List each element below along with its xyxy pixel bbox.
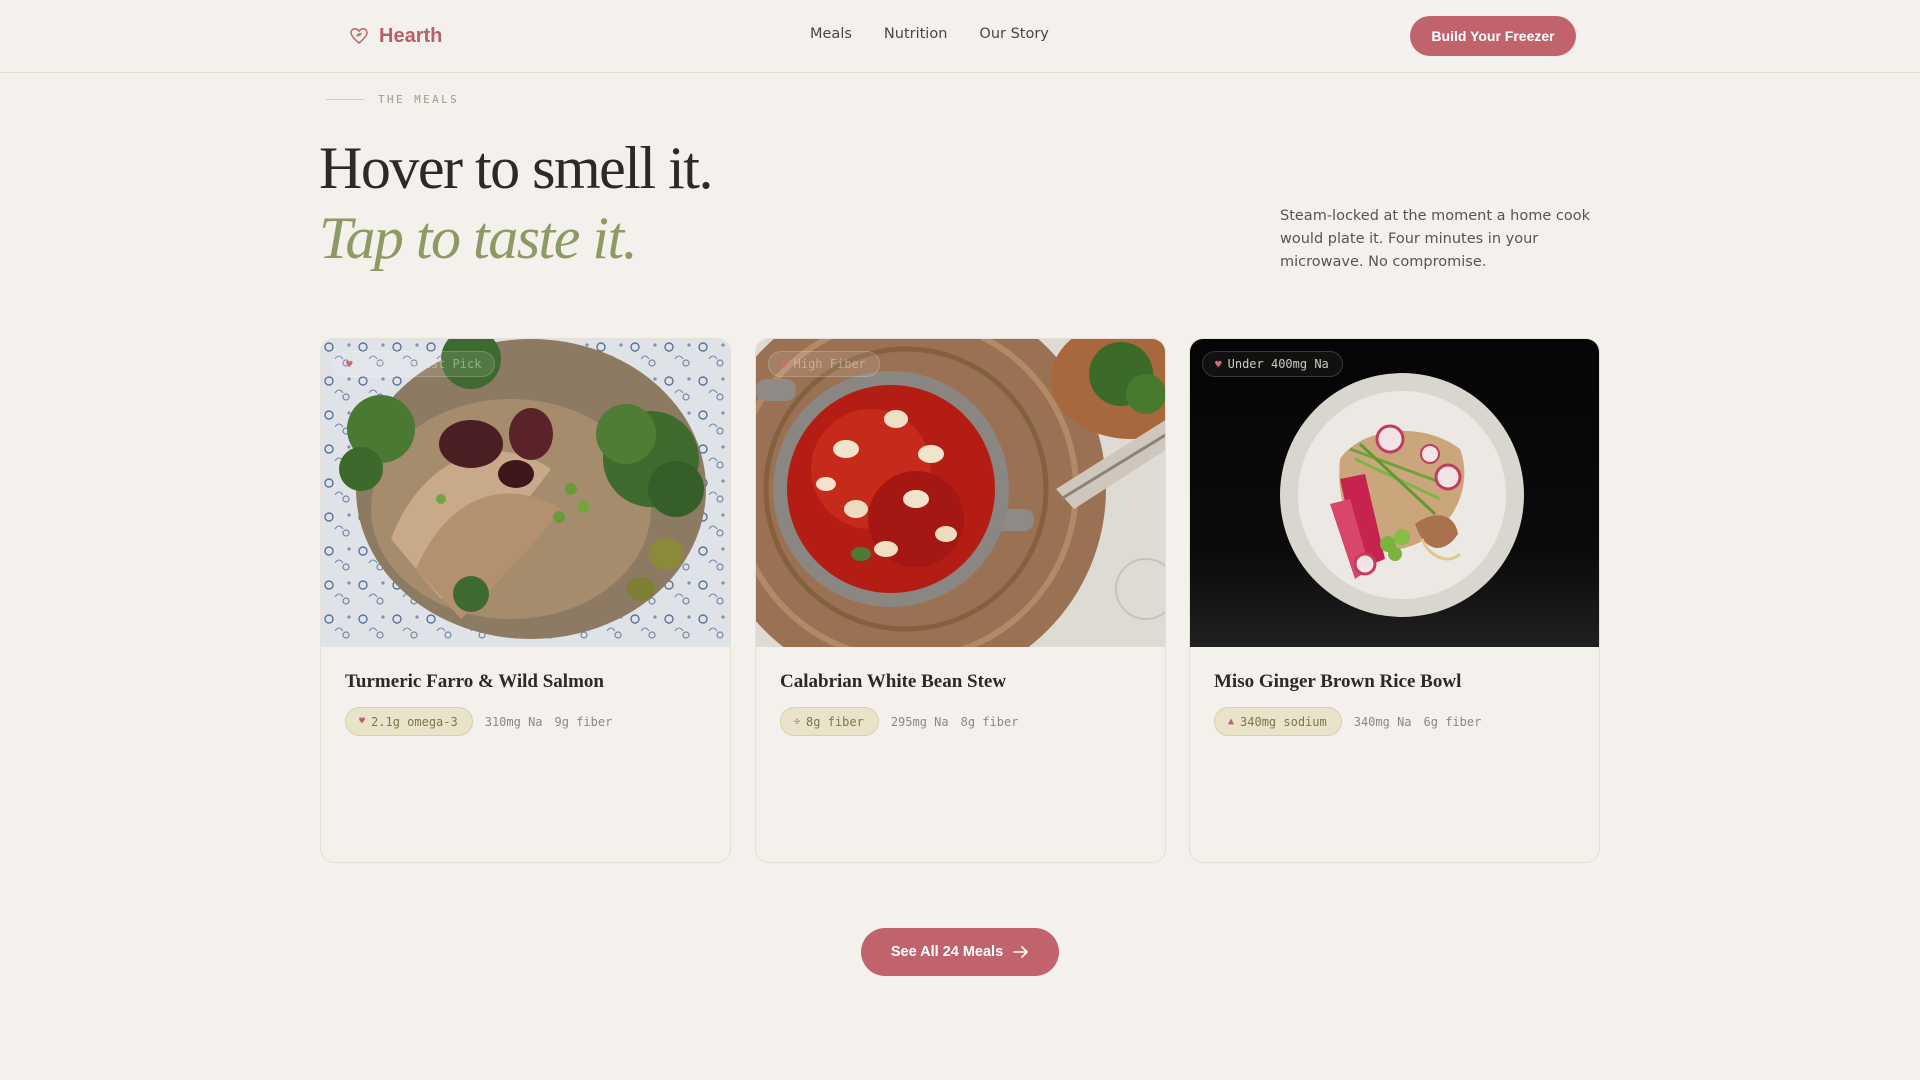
headline-italic: Tap to taste it. — [319, 205, 638, 271]
salt-icon: ▲ — [1228, 716, 1235, 727]
arrow-right-icon — [1013, 946, 1029, 958]
brand-logo[interactable]: Hearth — [349, 23, 442, 49]
sprout-icon: ✢ — [794, 716, 801, 727]
eyebrow-label: THE MEALS — [378, 93, 460, 106]
highlight-pill: ♥ 2.1g omega-3 — [345, 707, 473, 736]
meal-photo-miso-bowl: ♥ Under 400mg Na — [1190, 339, 1599, 647]
nav-link-meals[interactable]: Meals — [810, 26, 852, 42]
meal-title: Turmeric Farro & Wild Salmon — [345, 671, 604, 692]
meal-badge-label: Cardiologist Pick — [358, 357, 482, 371]
meal-photo-stew: ♥ High Fiber — [756, 339, 1165, 647]
meal-badge: ♥ High Fiber — [768, 351, 880, 377]
fiber-stat: 6g fiber — [1423, 714, 1482, 729]
meal-card-stew[interactable]: ♥ High Fiber Calabrian White Bean Stew ✢… — [755, 338, 1166, 863]
highlight-label: 8g fiber — [806, 714, 864, 729]
meal-card-miso-bowl[interactable]: ♥ Under 400mg Na Miso Ginger Brown Rice … — [1189, 338, 1600, 863]
meal-stats: ▲ 340mg sodium 340mg Na 6g fiber — [1214, 707, 1481, 736]
meal-badge-label: Under 400mg Na — [1227, 357, 1329, 371]
eyebrow-divider — [326, 99, 364, 100]
meal-card-salmon[interactable]: ♥ Cardiologist Pick Turmeric Farro & Wil… — [320, 338, 731, 863]
sodium-stat: 310mg Na — [484, 714, 543, 729]
fiber-stat: 8g fiber — [960, 714, 1019, 729]
highlight-pill: ▲ 340mg sodium — [1214, 707, 1342, 736]
nav-link-our-story[interactable]: Our Story — [979, 26, 1048, 42]
heart-leaf-logo-icon — [349, 26, 369, 46]
meal-badge-label: High Fiber — [793, 357, 866, 371]
meal-title: Calabrian White Bean Stew — [780, 671, 1007, 692]
meal-title: Miso Ginger Brown Rice Bowl — [1214, 671, 1462, 692]
highlight-pill: ✢ 8g fiber — [780, 707, 879, 736]
meal-stats: ✢ 8g fiber 295mg Na 8g fiber — [780, 707, 1018, 736]
headline: Hover to smell it. — [319, 135, 713, 201]
sodium-stat: 340mg Na — [1353, 714, 1412, 729]
meal-photo-salmon: ♥ Cardiologist Pick — [321, 339, 730, 647]
meal-stats: ♥ 2.1g omega-3 310mg Na 9g fiber — [345, 707, 612, 736]
see-all-label: See All 24 Meals — [890, 944, 1004, 960]
build-freezer-button[interactable]: Build Your Freezer — [1410, 16, 1576, 56]
see-all-meals-button[interactable]: See All 24 Meals — [861, 928, 1059, 976]
highlight-label: 340mg sodium — [1240, 714, 1327, 729]
section-eyebrow: THE MEALS — [326, 93, 459, 106]
hero-description: Steam-locked at the moment a home cook w… — [1280, 208, 1590, 270]
brand-name: Hearth — [379, 24, 443, 47]
heart-icon: ♥ — [346, 357, 353, 371]
heart-icon: ♥ — [359, 716, 366, 727]
top-nav: Hearth Meals Nutrition Our Story Build Y… — [0, 0, 1920, 73]
heart-icon: ♥ — [781, 357, 788, 371]
sodium-stat: 295mg Na — [890, 714, 949, 729]
meal-badge: ♥ Under 400mg Na — [1202, 351, 1343, 377]
heart-icon: ♥ — [1215, 357, 1222, 371]
nav-links: Meals Nutrition Our Story — [810, 26, 1049, 42]
highlight-label: 2.1g omega-3 — [371, 714, 458, 729]
nav-link-nutrition[interactable]: Nutrition — [884, 26, 948, 42]
meal-badge: ♥ Cardiologist Pick — [333, 351, 496, 377]
fiber-stat: 9g fiber — [554, 714, 613, 729]
